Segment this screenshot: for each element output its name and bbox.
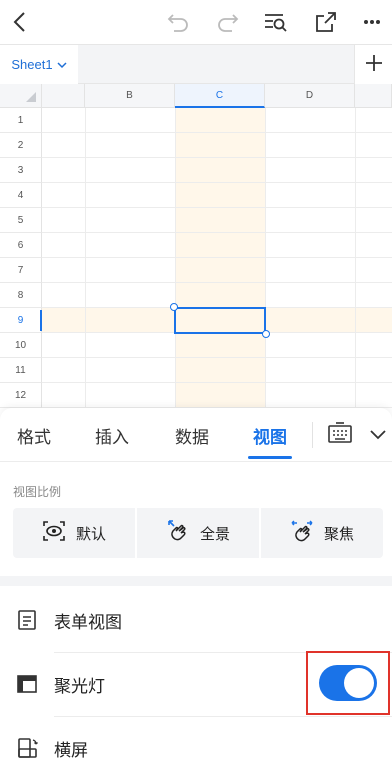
tab-view[interactable]: 视图	[244, 408, 296, 462]
row-header-4[interactable]: 4	[0, 183, 42, 208]
sheet-tab-label: Sheet1	[11, 57, 53, 72]
grid-line	[42, 282, 392, 283]
keyboard-icon	[327, 421, 353, 449]
toggle-knob	[344, 668, 374, 698]
tab-insert[interactable]: 插入	[84, 408, 140, 462]
list-item-label: 表单视图	[54, 612, 122, 633]
tab-data[interactable]: 数据	[164, 408, 220, 462]
row-header-8[interactable]: 8	[0, 283, 42, 308]
add-sheet-button[interactable]	[354, 45, 392, 84]
grid-line	[42, 207, 392, 208]
rotate-landscape-icon	[16, 737, 38, 763]
view-scale-panorama-button[interactable]: 全景	[137, 508, 261, 558]
spotlight-toggle[interactable]	[319, 665, 377, 701]
column-header-a[interactable]: A	[42, 84, 85, 108]
sheet-tab-bar: Sheet1	[0, 44, 392, 84]
row-header-1[interactable]: 1	[0, 108, 42, 133]
tab-format[interactable]: 格式	[6, 408, 62, 462]
column-header-d[interactable]: D	[265, 84, 355, 108]
row-header-3[interactable]: 3	[0, 158, 42, 183]
list-item-label: 聚光灯	[54, 676, 105, 697]
share-button[interactable]	[306, 0, 346, 44]
pinch-in-icon	[290, 519, 314, 547]
undo-icon	[166, 12, 190, 32]
top-toolbar	[0, 0, 392, 44]
view-panel: 格式 插入 数据 视图 视图比例 默认 全景 聚焦 表单视图 聚光灯 横屏	[0, 408, 392, 769]
select-all-corner[interactable]	[0, 84, 42, 108]
search-list-icon	[263, 12, 289, 32]
spotlight-grid-icon	[16, 673, 38, 699]
grid-line	[42, 132, 392, 133]
grid-line	[355, 108, 356, 408]
view-scale-segmented-control: 默认 全景 聚焦	[13, 508, 383, 558]
back-button[interactable]	[0, 0, 40, 44]
grid-line	[175, 108, 176, 408]
grid-line	[42, 357, 392, 358]
section-divider	[0, 576, 392, 586]
grid-line	[85, 108, 86, 408]
find-button[interactable]	[256, 0, 296, 44]
view-scale-default-button[interactable]: 默认	[13, 508, 137, 558]
sheet-tab-active[interactable]: Sheet1	[0, 45, 78, 84]
selected-cell[interactable]	[174, 307, 266, 334]
row-header-6[interactable]: 6	[0, 233, 42, 258]
collapse-panel-button[interactable]	[364, 408, 392, 462]
eye-frame-icon	[42, 520, 66, 546]
spotlight-toggle-highlight	[306, 651, 390, 715]
redo-button[interactable]	[208, 0, 248, 44]
row-header-10[interactable]: 10	[0, 333, 42, 358]
list-item-landscape[interactable]: 横屏	[0, 716, 392, 769]
grid-line	[42, 382, 392, 383]
plus-icon	[365, 54, 383, 76]
more-vertical-icon	[362, 12, 382, 32]
form-view-icon	[16, 609, 38, 635]
list-item-label: 横屏	[54, 740, 88, 761]
chevron-left-icon	[10, 11, 30, 33]
chevron-down-icon	[57, 57, 67, 72]
view-scale-focus-button[interactable]: 聚焦	[261, 508, 383, 558]
grid-line	[42, 257, 392, 258]
grid-line	[42, 182, 392, 183]
panel-tab-bar: 格式 插入 数据 视图	[0, 408, 392, 462]
column-header-e[interactable]	[355, 84, 392, 108]
share-icon	[315, 11, 337, 33]
list-item-form-view[interactable]: 表单视图	[0, 588, 392, 652]
tab-separator	[312, 422, 313, 448]
grid-line	[42, 157, 392, 158]
pinch-out-icon	[166, 519, 190, 547]
row-header-12[interactable]: 12	[0, 383, 42, 408]
chevron-down-icon	[370, 425, 386, 445]
spreadsheet-grid[interactable]: A B C D 123456789101112	[0, 84, 392, 408]
selection-handle-top-left[interactable]	[170, 303, 178, 311]
more-button[interactable]	[352, 0, 392, 44]
row-header-7[interactable]: 7	[0, 258, 42, 283]
redo-icon	[216, 12, 240, 32]
selection-handle-bottom-right[interactable]	[262, 330, 270, 338]
row-header-11[interactable]: 11	[0, 358, 42, 383]
view-scale-label: 视图比例	[13, 485, 62, 499]
column-header-b[interactable]: B	[85, 84, 175, 108]
highlighted-column	[175, 108, 265, 408]
column-header-c[interactable]: C	[175, 84, 265, 108]
row-header-2[interactable]: 2	[0, 133, 42, 158]
grid-line	[42, 232, 392, 233]
grid-line	[265, 108, 266, 408]
row-header-5[interactable]: 5	[0, 208, 42, 233]
row-header-9[interactable]: 9	[0, 308, 42, 333]
undo-button[interactable]	[158, 0, 198, 44]
keyboard-button[interactable]	[322, 408, 358, 462]
